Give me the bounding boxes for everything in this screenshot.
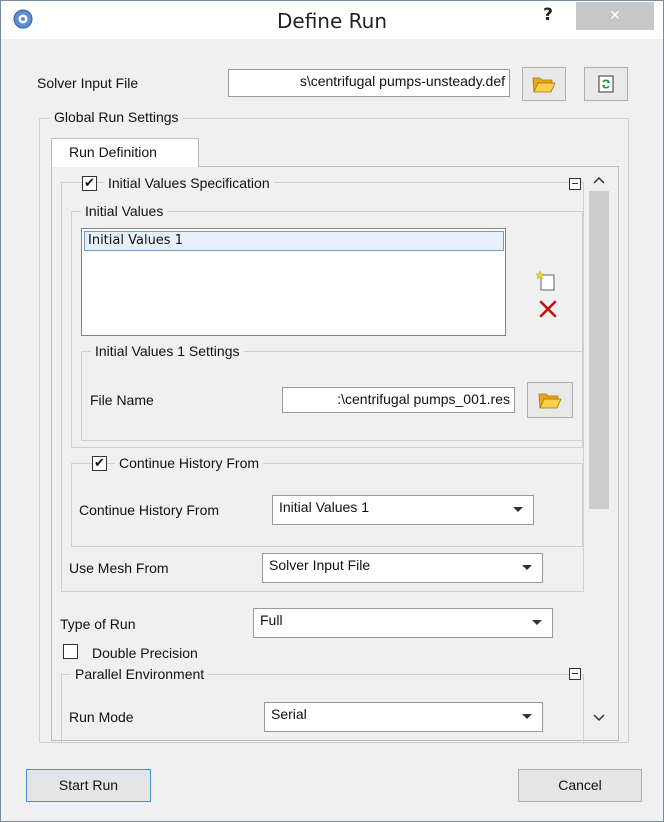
chevron-down-icon — [513, 507, 523, 512]
continue-history-field-label: Continue History From — [79, 502, 220, 518]
reload-icon — [598, 75, 614, 93]
close-button[interactable]: × — [576, 2, 654, 30]
double-precision-label: Double Precision — [92, 645, 198, 661]
window-title: Define Run — [277, 9, 387, 33]
chevron-down-icon — [532, 620, 542, 625]
collapse-initial-values-icon[interactable] — [569, 178, 581, 190]
define-run-dialog: Define Run ? × Solver Input File s\centr… — [0, 0, 664, 822]
use-mesh-label: Use Mesh From — [69, 560, 169, 576]
browse-file-name-button[interactable] — [527, 382, 573, 418]
file-name-field[interactable]: :\centrifugal pumps_001.res — [282, 387, 515, 413]
browse-solver-input-button[interactable] — [522, 67, 566, 101]
new-item-icon[interactable] — [535, 270, 557, 292]
tab-run-definition[interactable]: Run Definition — [51, 138, 199, 167]
delete-icon[interactable] — [538, 299, 558, 319]
close-icon: × — [609, 5, 621, 25]
initial-values-spec-checkbox[interactable]: ✔ — [82, 176, 97, 191]
parallel-environment-title: Parallel Environment — [71, 666, 209, 682]
folder-open-icon — [532, 77, 556, 93]
reload-button[interactable] — [584, 67, 628, 101]
run-mode-label: Run Mode — [69, 709, 134, 725]
initial-values-title: Initial Values — [81, 203, 168, 219]
chevron-down-icon — [522, 714, 532, 719]
folder-open-icon — [538, 393, 562, 409]
cancel-button[interactable]: Cancel — [518, 769, 642, 802]
initial-values-list[interactable]: Initial Values 1 — [81, 228, 506, 336]
continue-history-checkbox-label: Continue History From — [115, 455, 264, 471]
scroll-up-icon[interactable] — [592, 175, 606, 185]
run-mode-value: Serial — [271, 706, 307, 722]
use-mesh-value: Solver Input File — [269, 557, 371, 573]
file-name-label: File Name — [90, 392, 154, 408]
use-mesh-combo[interactable]: Solver Input File — [262, 553, 543, 583]
list-item[interactable]: Initial Values 1 — [84, 231, 504, 251]
chevron-down-icon — [522, 565, 532, 570]
scroll-down-icon[interactable] — [592, 713, 606, 723]
global-run-settings-title: Global Run Settings — [50, 109, 183, 125]
type-of-run-value: Full — [260, 612, 283, 628]
double-precision-checkbox[interactable] — [63, 644, 78, 659]
help-button[interactable]: ? — [533, 5, 563, 31]
initial-values-spec-label: Initial Values Specification — [104, 175, 274, 191]
initial-values-1-settings-title: Initial Values 1 Settings — [91, 343, 244, 359]
continue-history-value: Initial Values 1 — [279, 499, 370, 515]
continue-history-combo[interactable]: Initial Values 1 — [272, 495, 534, 525]
title-bar: Define Run ? × — [1, 1, 663, 39]
run-mode-combo[interactable]: Serial — [264, 702, 543, 732]
collapse-parallel-env-icon[interactable] — [569, 668, 581, 680]
continue-history-checkbox[interactable]: ✔ — [92, 456, 107, 471]
solver-input-field[interactable]: s\centrifugal pumps-unsteady.def — [228, 69, 510, 97]
type-of-run-label: Type of Run — [60, 616, 136, 632]
type-of-run-combo[interactable]: Full — [253, 608, 553, 638]
solver-input-label: Solver Input File — [37, 75, 139, 91]
start-run-button[interactable]: Start Run — [26, 769, 151, 802]
scrollbar-thumb[interactable] — [589, 191, 609, 509]
